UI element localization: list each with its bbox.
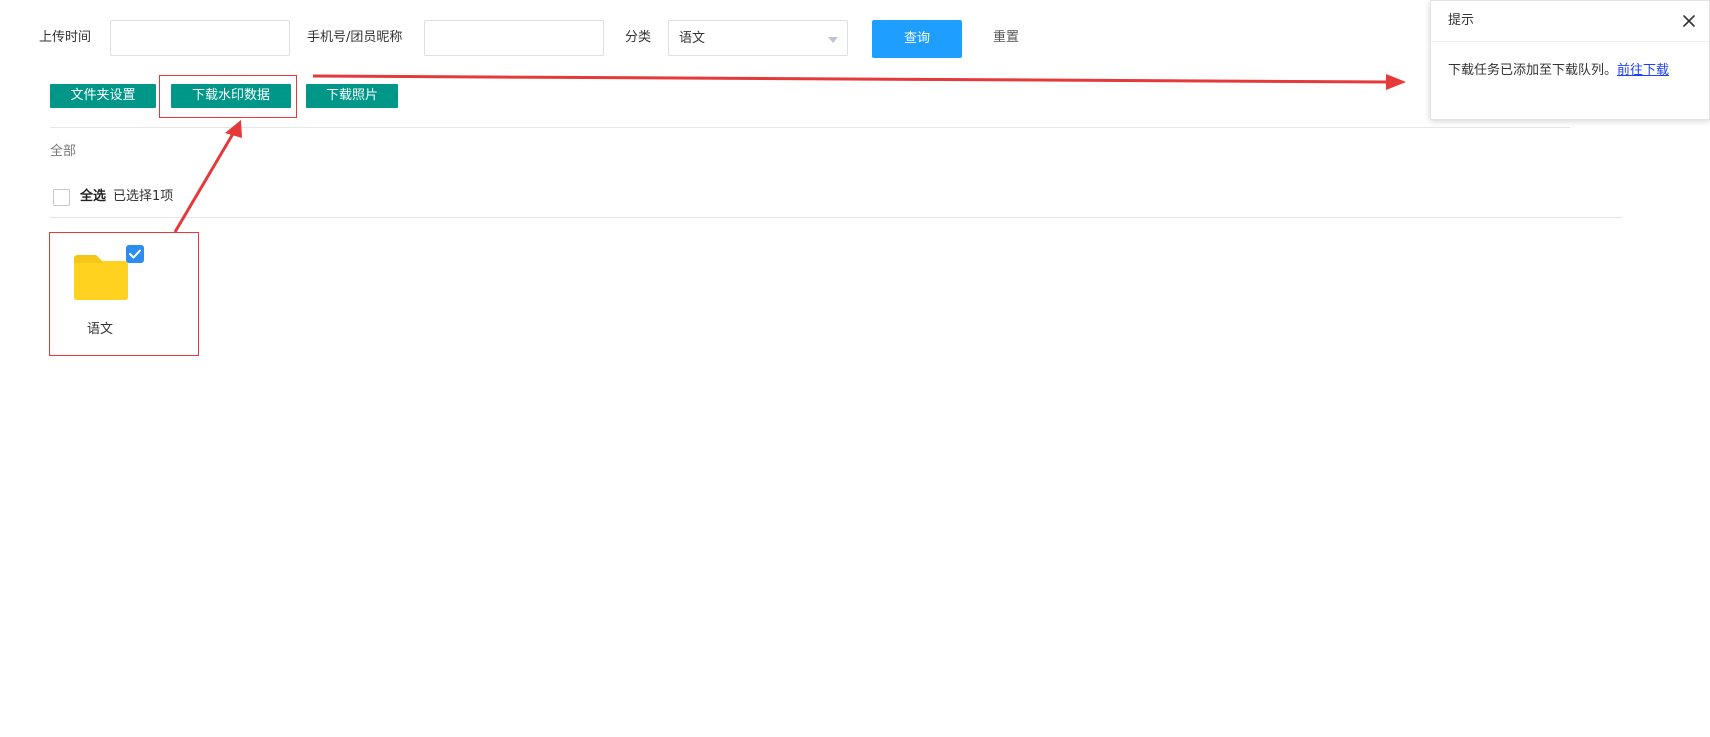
download-notice-popup: 提示 下载任务已添加至下载队列。前往下载 xyxy=(1430,0,1710,120)
popup-message: 下载任务已添加至下载队列。 xyxy=(1448,63,1618,78)
popup-message-row: 下载任务已添加至下载队列。前往下载 xyxy=(1448,62,1669,80)
go-to-download-link[interactable]: 前往下载 xyxy=(1617,63,1669,78)
popup-header: 提示 xyxy=(1431,1,1709,42)
annotation-arrow-line-up xyxy=(173,131,236,233)
popup-title: 提示 xyxy=(1448,13,1475,28)
annotation-arrowhead-right xyxy=(1386,74,1406,90)
close-icon[interactable] xyxy=(1681,13,1697,29)
annotation-arrow-line-right xyxy=(312,74,1389,84)
annotation-arrowhead-up xyxy=(225,120,242,138)
